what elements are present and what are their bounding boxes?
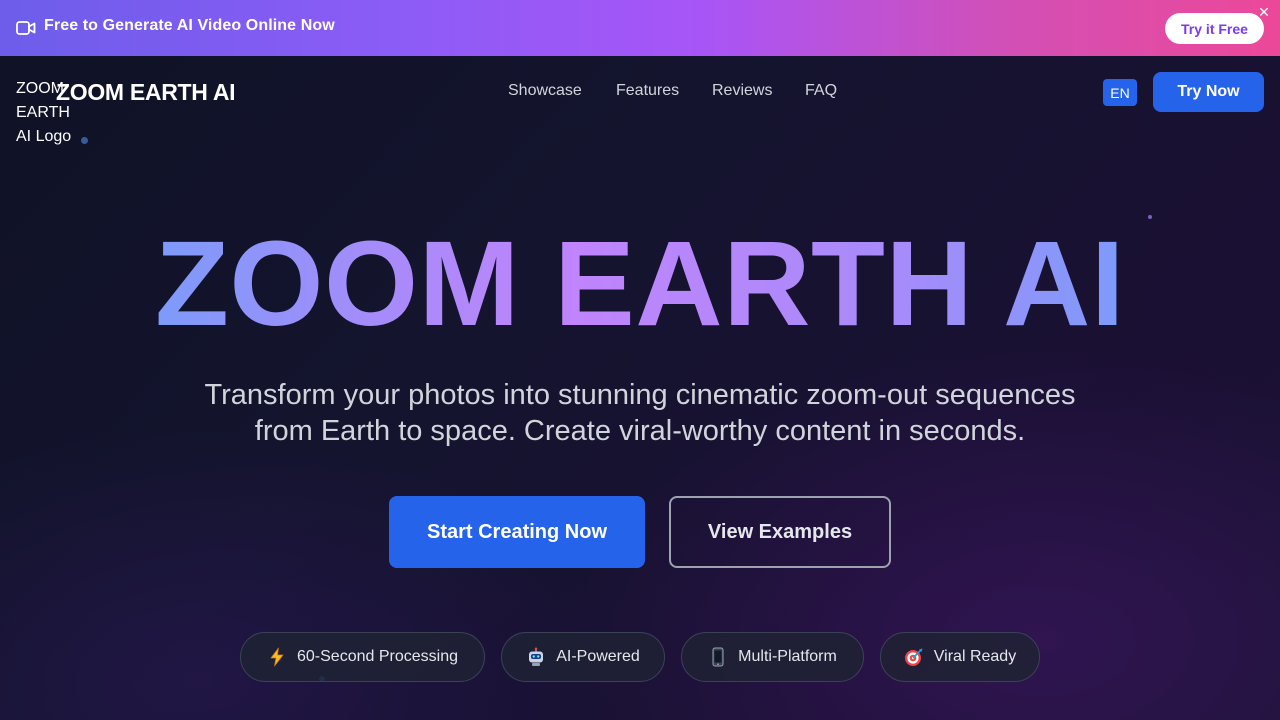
promo-banner: Free to Generate AI Video Online Now Try… (0, 0, 1280, 56)
mobile-phone-icon (708, 647, 728, 667)
close-icon[interactable]: ✕ (1256, 4, 1272, 20)
feature-label: Viral Ready (933, 648, 1017, 665)
hero-subtitle-line: from Earth to space. Create viral-worthy… (254, 415, 1026, 447)
hero-title: ZOOM EARTH AI (0, 218, 1280, 348)
target-icon (904, 647, 924, 667)
feature-label: AI-Powered (556, 648, 640, 665)
nav-link-features[interactable]: Features (616, 82, 679, 100)
feature-pill-ai: AI-Powered (501, 632, 665, 682)
hero-subtitle-line: Transform your photos into stunning cine… (204, 379, 1076, 411)
brand-name[interactable]: ZOOM EARTH AI (56, 79, 236, 106)
hero-subtitle: Transform your photos into stunning cine… (180, 377, 1100, 449)
robot-icon (526, 647, 546, 667)
feature-label: 60-Second Processing (297, 648, 458, 665)
nav-link-faq[interactable]: FAQ (805, 82, 837, 100)
try-now-button[interactable]: Try Now (1153, 72, 1264, 112)
feature-pill-viral: Viral Ready (880, 632, 1040, 682)
feature-label: Multi-Platform (738, 648, 837, 665)
video-camera-icon (16, 19, 36, 37)
feature-pill-processing: 60-Second Processing (240, 632, 485, 682)
language-selector[interactable]: EN (1103, 79, 1137, 106)
nav-link-reviews[interactable]: Reviews (712, 82, 772, 100)
nav-link-showcase[interactable]: Showcase (508, 82, 582, 100)
view-examples-button[interactable]: View Examples (669, 496, 891, 568)
feature-pill-platform: Multi-Platform (681, 632, 864, 682)
page-background (0, 0, 1280, 720)
background-particle (81, 137, 88, 144)
start-creating-button[interactable]: Start Creating Now (389, 496, 645, 568)
try-it-free-button[interactable]: Try it Free (1165, 13, 1264, 44)
lightning-icon (267, 647, 287, 667)
banner-text: Free to Generate AI Video Online Now (44, 17, 335, 34)
